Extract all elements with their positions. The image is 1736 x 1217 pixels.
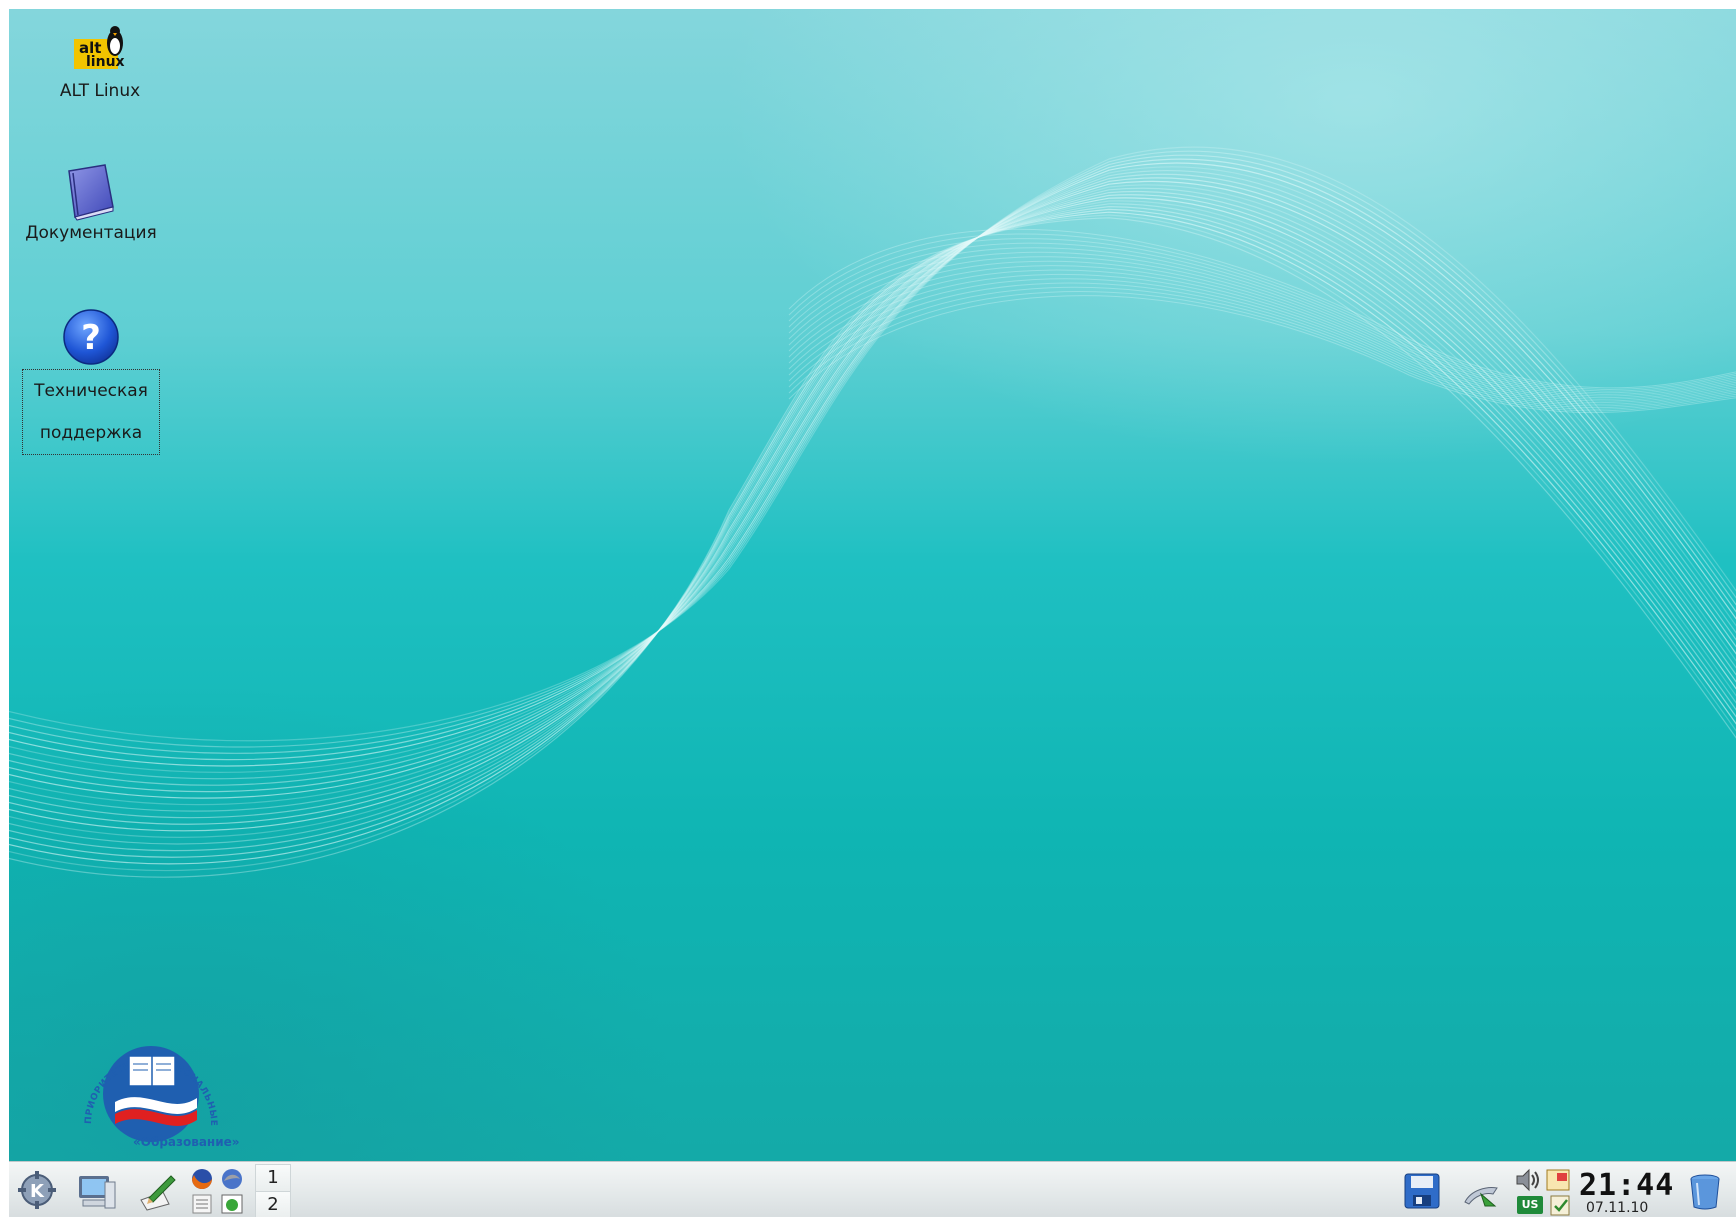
kde-menu-icon[interactable]: K: [17, 1170, 57, 1210]
desktop-icon-label: ALT Linux: [59, 81, 141, 101]
pager-desktop-1[interactable]: 1: [255, 1164, 291, 1192]
taskbar: K 1 2 US 21:44 07.11.10: [9, 1161, 1736, 1217]
desktop-icon-alt-linux[interactable]: alt linux ALT Linux: [31, 19, 169, 102]
education-project-logo: ПРИОРИТЕТНЫЕ НАЦИОНАЛЬНЫЕ ПРОЕКТЫ «Образ…: [70, 1017, 285, 1154]
photo-icon[interactable]: [220, 1193, 244, 1215]
desktop-icon-tech-support[interactable]: ? Техническая поддержка: [22, 307, 160, 455]
linux-logo-text: linux: [86, 54, 125, 70]
clipboard-icon[interactable]: [1547, 1194, 1573, 1216]
text-editor-icon[interactable]: [190, 1193, 214, 1215]
screen: alt linux ALT Linux Документация ? Техни…: [9, 9, 1736, 1217]
keyboard-layout-indicator[interactable]: US: [1517, 1196, 1543, 1214]
svg-text:?: ?: [81, 318, 101, 358]
desktop-icon-documentation[interactable]: Документация: [22, 161, 160, 244]
notes-icon[interactable]: [1545, 1168, 1571, 1192]
clock-date[interactable]: 07.11.10: [1586, 1200, 1648, 1216]
volume-icon[interactable]: [1514, 1166, 1542, 1194]
desktop-icon-label: Документация: [25, 223, 157, 243]
wallpaper-waves: [9, 146, 1736, 878]
desktop-icon-label: Техническая поддержка: [22, 369, 160, 455]
pager-desktop-2[interactable]: 2: [255, 1191, 291, 1217]
thunderbird-icon[interactable]: [220, 1167, 244, 1191]
save-icon[interactable]: [1402, 1171, 1442, 1211]
svg-text:K: K: [30, 1181, 45, 1202]
clock-time[interactable]: 21:44: [1579, 1168, 1674, 1203]
book-icon: [61, 161, 121, 221]
computer-icon[interactable]: [77, 1172, 117, 1212]
help-question-icon: ?: [61, 307, 121, 367]
desktop[interactable]: alt linux ALT Linux Документация ? Техни…: [9, 9, 1736, 1161]
alt-linux-logo-icon: alt linux: [70, 19, 130, 79]
network-icon[interactable]: [1461, 1172, 1501, 1212]
logo-bottom-text: «Образование»: [133, 1135, 240, 1149]
edit-pen-icon[interactable]: [137, 1172, 177, 1212]
firefox-icon[interactable]: [190, 1167, 214, 1191]
trash-icon[interactable]: [1685, 1171, 1725, 1211]
